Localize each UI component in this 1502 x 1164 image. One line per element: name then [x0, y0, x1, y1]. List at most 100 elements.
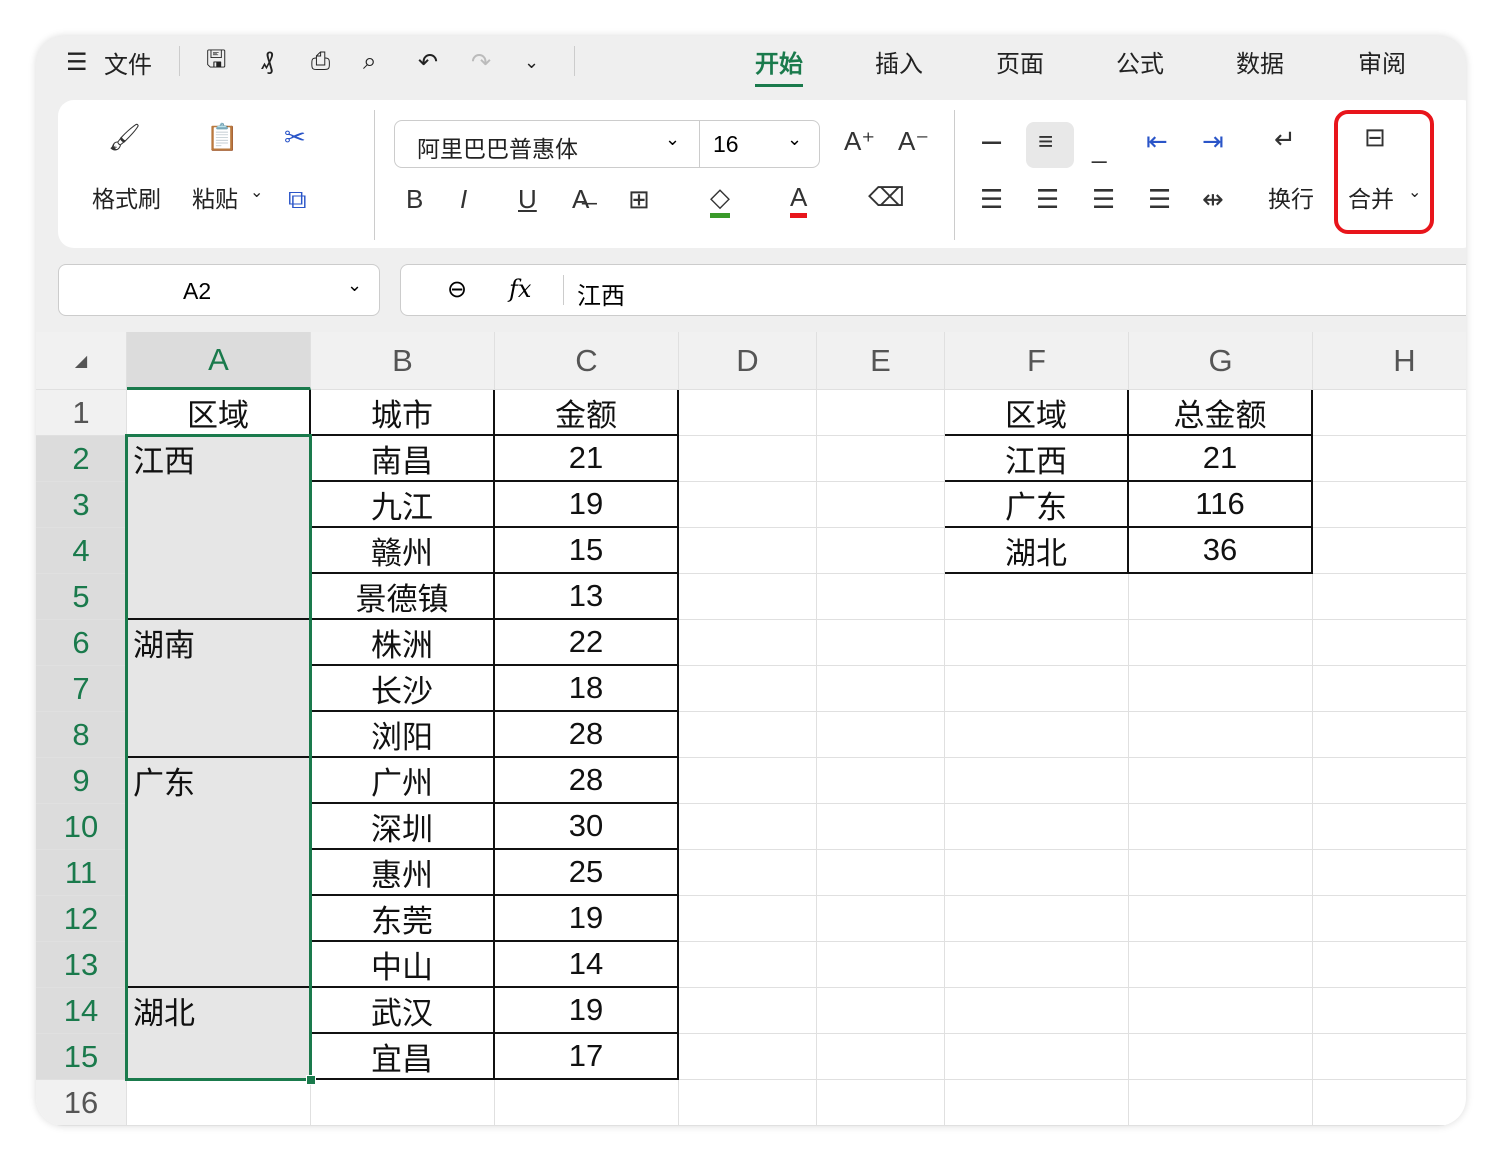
- font-name-select[interactable]: 阿里巴巴普惠体: [395, 121, 699, 167]
- row-header-11[interactable]: 11: [36, 850, 127, 896]
- tab-home[interactable]: 开始: [755, 44, 803, 87]
- cell-B16[interactable]: [311, 1080, 495, 1126]
- cell-B11[interactable]: 惠州: [311, 850, 495, 896]
- align-center-icon[interactable]: ☰: [1036, 184, 1059, 215]
- paste-chevron-icon[interactable]: ⌄: [250, 182, 263, 202]
- fill-handle[interactable]: [306, 1075, 316, 1085]
- cell-H3[interactable]: [1313, 482, 1466, 528]
- cell-H6[interactable]: [1313, 620, 1466, 666]
- cell-F1[interactable]: 区域: [945, 390, 1129, 436]
- cell-C3[interactable]: 19: [495, 482, 679, 528]
- cell-H7[interactable]: [1313, 666, 1466, 712]
- cell-F15[interactable]: [945, 1034, 1129, 1080]
- cell-G3[interactable]: 116: [1129, 482, 1313, 528]
- file-menu[interactable]: 文件: [104, 46, 152, 79]
- cell-A16[interactable]: [127, 1080, 311, 1126]
- row-header-5[interactable]: 5: [36, 574, 127, 620]
- row-header-14[interactable]: 14: [36, 988, 127, 1034]
- cell-B1[interactable]: 城市: [311, 390, 495, 436]
- cell-F16[interactable]: [945, 1080, 1129, 1126]
- cell-G14[interactable]: [1129, 988, 1313, 1034]
- font-color-icon[interactable]: A: [790, 182, 808, 218]
- wrap-text-icon[interactable]: ↵: [1274, 124, 1296, 155]
- cell-D12[interactable]: [679, 896, 817, 942]
- cell-B8[interactable]: 浏阳: [311, 712, 495, 758]
- zoom-icon[interactable]: ⊖: [447, 275, 467, 304]
- align-left-icon[interactable]: ☰: [980, 184, 1003, 215]
- cell-D15[interactable]: [679, 1034, 817, 1080]
- column-header-C[interactable]: C: [495, 332, 679, 390]
- cell-D10[interactable]: [679, 804, 817, 850]
- cell-D5[interactable]: [679, 574, 817, 620]
- cell-C13[interactable]: 14: [495, 942, 679, 988]
- cell-C12[interactable]: 19: [495, 896, 679, 942]
- cell-B15[interactable]: 宜昌: [311, 1034, 495, 1080]
- cell-G7[interactable]: [1129, 666, 1313, 712]
- distribute-icon[interactable]: ⇹: [1202, 184, 1224, 215]
- cell-C6[interactable]: 22: [495, 620, 679, 666]
- cell-G9[interactable]: [1129, 758, 1313, 804]
- cell-C8[interactable]: 28: [495, 712, 679, 758]
- cell-C16[interactable]: [495, 1080, 679, 1126]
- undo-icon[interactable]: ↶: [418, 46, 438, 78]
- row-header-7[interactable]: 7: [36, 666, 127, 712]
- cell-D4[interactable]: [679, 528, 817, 574]
- cell-F7[interactable]: [945, 666, 1129, 712]
- cell-F8[interactable]: [945, 712, 1129, 758]
- row-header-2[interactable]: 2: [36, 436, 127, 482]
- cell-G11[interactable]: [1129, 850, 1313, 896]
- cell-H14[interactable]: [1313, 988, 1466, 1034]
- cell-D9[interactable]: [679, 758, 817, 804]
- cell-D8[interactable]: [679, 712, 817, 758]
- cell-H8[interactable]: [1313, 712, 1466, 758]
- decrease-font-icon[interactable]: A⁻: [898, 126, 929, 157]
- formula-input[interactable]: 江西: [577, 276, 625, 311]
- cell-F9[interactable]: [945, 758, 1129, 804]
- cell-H13[interactable]: [1313, 942, 1466, 988]
- row-header-8[interactable]: 8: [36, 712, 127, 758]
- justify-icon[interactable]: ☰: [1148, 184, 1171, 215]
- cell-F3[interactable]: 广东: [945, 482, 1129, 528]
- cell-C10[interactable]: 30: [495, 804, 679, 850]
- row-header-6[interactable]: 6: [36, 620, 127, 666]
- cell-G5[interactable]: [1129, 574, 1313, 620]
- cell-C7[interactable]: 18: [495, 666, 679, 712]
- chevron-down-icon[interactable]: ⌄: [665, 129, 680, 150]
- column-header-A[interactable]: A: [127, 332, 311, 390]
- cell-G6[interactable]: [1129, 620, 1313, 666]
- share-icon[interactable]: ₰: [261, 46, 274, 78]
- underline-button[interactable]: U: [518, 184, 537, 215]
- name-box[interactable]: A2 ⌄: [58, 264, 380, 316]
- cell-G13[interactable]: [1129, 942, 1313, 988]
- cell-H5[interactable]: [1313, 574, 1466, 620]
- cell-H1[interactable]: [1313, 390, 1466, 436]
- cell-D2[interactable]: [679, 436, 817, 482]
- column-header-E[interactable]: E: [817, 332, 945, 390]
- tab-review[interactable]: 审阅: [1358, 44, 1406, 79]
- cell-F10[interactable]: [945, 804, 1129, 850]
- cell-C1[interactable]: 金额: [495, 390, 679, 436]
- cell-E12[interactable]: [817, 896, 945, 942]
- cell-H9[interactable]: [1313, 758, 1466, 804]
- cell-B7[interactable]: 长沙: [311, 666, 495, 712]
- align-right-icon[interactable]: ☰: [1092, 184, 1115, 215]
- clear-format-icon[interactable]: ⌫: [868, 182, 905, 213]
- cell-G10[interactable]: [1129, 804, 1313, 850]
- cell-H4[interactable]: [1313, 528, 1466, 574]
- row-header-16[interactable]: 16: [36, 1080, 127, 1126]
- chevron-down-icon[interactable]: ⌄: [787, 129, 802, 150]
- cell-D6[interactable]: [679, 620, 817, 666]
- wrap-text-button[interactable]: 换行: [1268, 180, 1314, 214]
- increase-indent-icon[interactable]: ⇥: [1202, 126, 1224, 157]
- cell-E15[interactable]: [817, 1034, 945, 1080]
- cell-G12[interactable]: [1129, 896, 1313, 942]
- cell-G8[interactable]: [1129, 712, 1313, 758]
- cell-C5[interactable]: 13: [495, 574, 679, 620]
- cell-F2[interactable]: 江西: [945, 436, 1129, 482]
- cell-B6[interactable]: 株洲: [311, 620, 495, 666]
- select-all-corner[interactable]: ◢: [36, 332, 127, 390]
- tab-formula[interactable]: 公式: [1116, 44, 1164, 79]
- cell-E16[interactable]: [817, 1080, 945, 1126]
- fill-color-icon[interactable]: ◇: [710, 182, 730, 218]
- cell-E1[interactable]: [817, 390, 945, 436]
